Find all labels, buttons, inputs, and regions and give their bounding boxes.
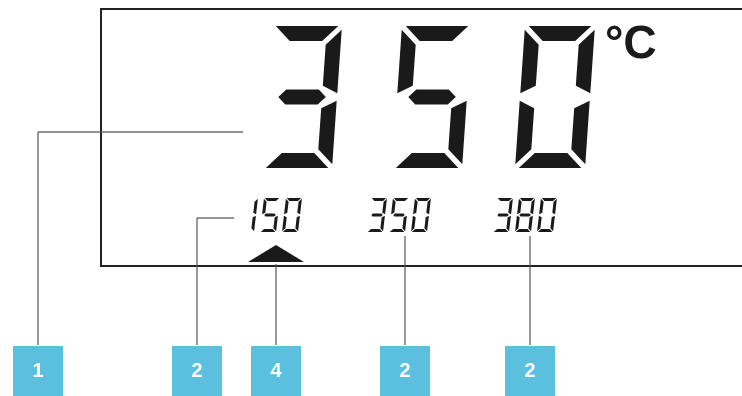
segment-c — [402, 215, 407, 232]
segment-e — [537, 215, 542, 232]
segment-f — [539, 198, 544, 215]
callout-4-active-preset-indicator: 4 — [251, 346, 301, 396]
segment-d — [518, 153, 582, 168]
segment-f — [517, 198, 522, 215]
segment-f — [262, 198, 267, 215]
preset-380-digit-0 — [537, 198, 557, 232]
segment-b — [426, 198, 431, 215]
segment-d — [493, 229, 509, 232]
segment-a — [371, 198, 387, 201]
up-triangle-icon — [248, 245, 304, 262]
segment-a — [541, 198, 557, 201]
segment-d — [260, 229, 276, 232]
segment-a — [415, 198, 431, 201]
segment-c — [273, 215, 278, 232]
segment-a — [405, 26, 469, 41]
preset-350-digit-0 — [411, 198, 431, 232]
segment-a — [528, 26, 592, 41]
segment-f — [413, 198, 418, 215]
segment-g — [519, 213, 531, 217]
segment-e — [515, 215, 520, 232]
preset-350-digit-3 — [367, 198, 387, 232]
segment-c — [550, 215, 555, 232]
segment-c — [528, 215, 533, 232]
segment-b — [575, 29, 595, 94]
main-temperature-readout — [265, 26, 595, 168]
preset-380-digit-3 — [493, 198, 513, 232]
segment-e — [282, 215, 287, 232]
callout-1-main-temperature-readout: 1 — [13, 346, 63, 396]
segment-c — [506, 215, 511, 232]
main-digit-5 — [395, 26, 469, 168]
segment-g — [393, 213, 405, 217]
lcd-segment-display: °C — [37, 16, 657, 345]
segment-c — [448, 100, 467, 165]
segment-d — [515, 229, 531, 232]
segment-c — [424, 215, 429, 232]
main-digit-3 — [265, 26, 342, 168]
segment-g — [408, 89, 456, 105]
segment-d — [395, 153, 459, 168]
segment-c — [318, 100, 337, 165]
segment-b — [508, 198, 513, 215]
segment-f — [391, 198, 396, 215]
segment-b — [530, 198, 535, 215]
segment-b — [322, 29, 342, 94]
main-digit-0 — [515, 26, 595, 168]
temperature-unit: °C — [605, 16, 657, 68]
segment-a — [275, 26, 339, 41]
segment-c — [571, 100, 590, 165]
segment-d — [411, 229, 427, 232]
segment-e — [515, 100, 535, 165]
segment-b — [382, 198, 387, 215]
preset-350-digit-5 — [389, 198, 409, 232]
segment-a — [519, 198, 535, 201]
segment-d — [265, 153, 329, 168]
preset-150-digit-5 — [260, 198, 280, 232]
callout-2-preset-350: 2 — [380, 346, 430, 396]
segment-e — [411, 215, 416, 232]
segment-g — [278, 89, 326, 105]
segment-f — [284, 198, 289, 215]
segment-a — [264, 198, 280, 201]
segment-b — [297, 198, 302, 215]
segment-d — [537, 229, 553, 232]
segment-f — [397, 29, 416, 94]
segment-g — [264, 213, 276, 217]
segment-a — [497, 198, 513, 201]
preset-380-digit-8 — [515, 198, 535, 232]
lcd-display-diagram: °C 12422 — [0, 0, 742, 396]
segment-g — [371, 213, 383, 217]
segment-d — [367, 229, 383, 232]
segment-b — [552, 198, 557, 215]
segment-c — [251, 215, 256, 232]
segment-c — [295, 215, 300, 232]
callout-2-preset-150: 2 — [172, 346, 222, 396]
callout-2-preset-380: 2 — [505, 346, 555, 396]
preset-150-digit-1 — [251, 198, 258, 232]
segment-b — [253, 198, 258, 215]
segment-a — [393, 198, 409, 201]
segment-g — [497, 213, 509, 217]
segment-d — [389, 229, 405, 232]
segment-d — [282, 229, 298, 232]
preset-temperatures — [251, 198, 557, 232]
segment-a — [286, 198, 302, 201]
preset-150-digit-0 — [282, 198, 302, 232]
segment-c — [380, 215, 385, 232]
segment-f — [520, 29, 539, 94]
